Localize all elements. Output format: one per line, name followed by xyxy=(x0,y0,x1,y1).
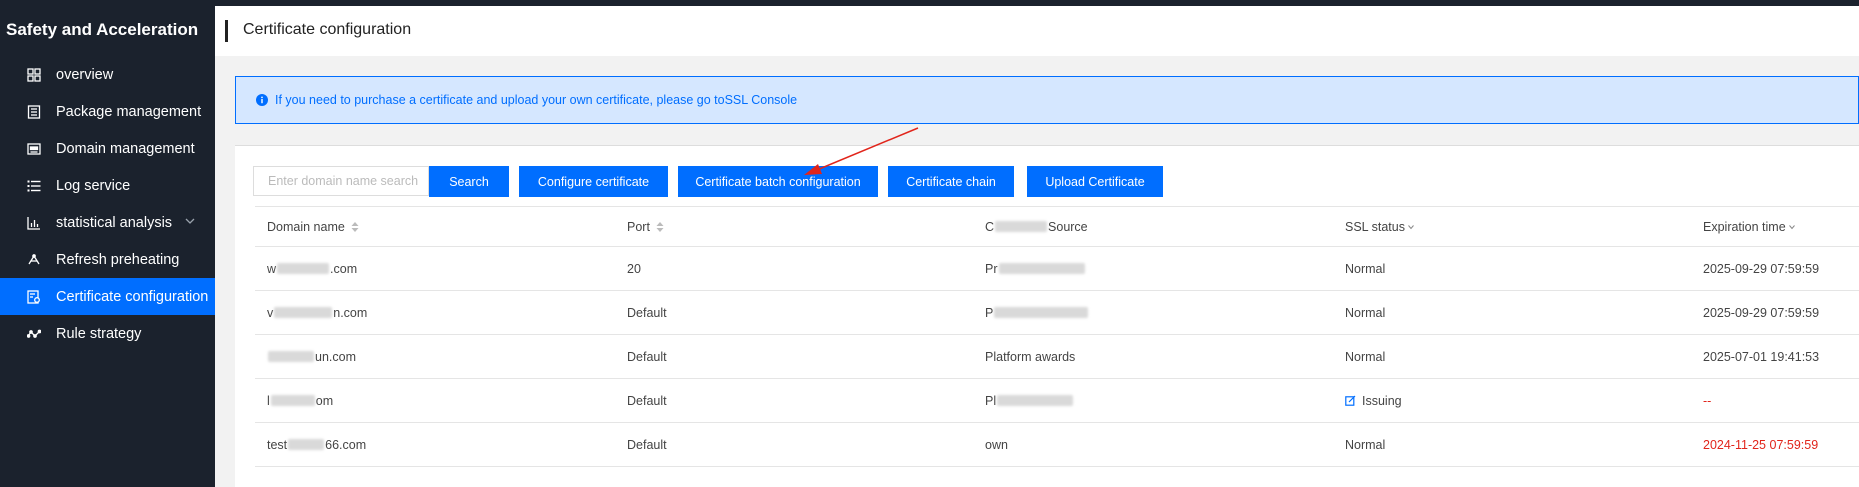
ssl-status-cell: Normal xyxy=(1345,261,1386,276)
page-title: Certificate configuration xyxy=(243,21,412,38)
source-cell: own xyxy=(985,437,1008,452)
redacted-text xyxy=(268,351,314,362)
redacted-text xyxy=(288,439,325,450)
configure-certificate-button[interactable]: Configure certificate xyxy=(519,166,668,197)
chevron-down-icon[interactable] xyxy=(1407,223,1415,231)
info-icon xyxy=(256,94,268,106)
certificate-table: Domain name Port C Source SSL status Expi… xyxy=(255,206,1859,467)
expiration-cell: 2025-09-29 07:59:59 xyxy=(1703,261,1820,276)
redacted-text xyxy=(277,263,330,274)
table-header-row: Domain name Port C Source SSL status Expi… xyxy=(255,207,1859,247)
sidebar-item-package-management[interactable]: Package management xyxy=(0,93,215,130)
grid-icon xyxy=(24,67,44,83)
port-cell: Default xyxy=(627,349,667,364)
certificate-chain-button[interactable]: Certificate chain xyxy=(888,166,1014,197)
ssl-status-cell: Normal xyxy=(1345,349,1386,364)
strategy-icon xyxy=(24,326,44,342)
sidebar-title: Safety and Acceleration xyxy=(6,20,199,39)
sidebar-item-label: statistical analysis xyxy=(56,214,173,231)
page-header: Certificate configuration xyxy=(215,6,1859,56)
chart-icon xyxy=(24,215,44,231)
redacted-text xyxy=(995,221,1048,232)
sidebar-item-statistical-analysis[interactable]: statistical analysis xyxy=(0,204,215,241)
sidebar: Safety and Acceleration overview Package… xyxy=(0,6,215,487)
expiration-cell: 2025-09-29 07:59:59 xyxy=(1703,305,1820,320)
table-row: v n.com Default P Normal 2025-09-29 07:59… xyxy=(255,291,1859,335)
sidebar-item-certificate-configuration[interactable]: Certificate configuration xyxy=(0,278,215,315)
redacted-text xyxy=(998,263,1085,274)
redacted-text xyxy=(270,395,315,406)
domain-cell: w .com xyxy=(267,261,358,276)
sidebar-item-label: Rule strategy xyxy=(56,325,142,342)
sidebar-item-label: overview xyxy=(56,66,114,83)
domain-cell: un.com xyxy=(267,335,356,378)
upload-certificate-button[interactable]: Upload Certificate xyxy=(1027,166,1163,197)
column-header-expiration[interactable]: Expiration time xyxy=(1703,207,1796,246)
domain-cell: test 66.com xyxy=(267,437,367,452)
port-cell: Default xyxy=(627,437,667,452)
package-icon xyxy=(24,104,44,120)
sidebar-item-label: Package management xyxy=(56,103,202,120)
list-icon xyxy=(24,178,44,194)
redacted-text xyxy=(274,307,333,318)
sidebar-item-log-service[interactable]: Log service xyxy=(0,167,215,204)
ssl-status-cell: Issuing xyxy=(1345,379,1402,422)
certificate-icon xyxy=(24,289,44,305)
source-cell: Pr xyxy=(985,247,1086,290)
notice-text[interactable]: If you need to purchase a certificate an… xyxy=(275,93,797,107)
sort-icon[interactable] xyxy=(656,221,664,233)
ssl-status-cell: Normal xyxy=(1345,437,1386,452)
sidebar-item-label: Log service xyxy=(56,177,131,194)
table-row: un.com Default Platform awards Normal 20… xyxy=(255,335,1859,379)
redacted-text xyxy=(997,395,1074,406)
sidebar-item-refresh-preheating[interactable]: Refresh preheating xyxy=(0,241,215,278)
expiration-cell: -- xyxy=(1703,393,1712,408)
info-notice: If you need to purchase a certificate an… xyxy=(235,76,1859,124)
domain-cell: l om xyxy=(267,393,334,408)
sidebar-item-domain-management[interactable]: Domain management xyxy=(0,130,215,167)
search-button[interactable]: Search xyxy=(429,166,509,197)
certificate-batch-configuration-button[interactable]: Certificate batch configuration xyxy=(678,166,878,197)
search-input[interactable] xyxy=(253,166,429,196)
refresh-icon xyxy=(24,252,44,268)
column-header-source: C Source xyxy=(985,219,1088,234)
source-cell: Platform awards xyxy=(985,349,1076,364)
source-cell: P xyxy=(985,291,1089,334)
sidebar-item-label: Refresh preheating xyxy=(56,251,180,268)
port-cell: 20 xyxy=(627,261,641,276)
table-row: w .com 20 Pr Normal 2025-09-29 07:59:59 xyxy=(255,247,1859,291)
expiration-cell: 2025-07-01 19:41:53 xyxy=(1703,349,1820,364)
source-cell: Pl xyxy=(985,379,1074,422)
sidebar-item-rule-strategy[interactable]: Rule strategy xyxy=(0,315,215,352)
ssl-status-cell: Normal xyxy=(1345,305,1386,320)
sidebar-item-overview[interactable]: overview xyxy=(0,56,215,93)
port-cell: Default xyxy=(627,305,667,320)
expiration-cell: 2024-11-25 07:59:59 xyxy=(1703,437,1819,452)
sort-icon[interactable] xyxy=(351,221,359,233)
column-header-port[interactable]: Port xyxy=(627,207,664,246)
port-cell: Default xyxy=(627,393,667,408)
title-accent-bar xyxy=(225,20,228,42)
sidebar-item-label: Certificate configuration xyxy=(56,288,209,305)
sidebar-item-label: Domain management xyxy=(56,140,195,157)
domain-icon xyxy=(24,141,44,157)
table-row: l om Default Pl Issuing -- xyxy=(255,379,1859,423)
edit-icon xyxy=(1345,395,1356,406)
chevron-down-icon[interactable] xyxy=(184,215,196,227)
redacted-text xyxy=(994,307,1089,318)
column-header-domain[interactable]: Domain name xyxy=(267,207,359,246)
certificate-panel: Search Configure certificate Certificate… xyxy=(235,145,1859,487)
column-header-ssl-status[interactable]: SSL status xyxy=(1345,207,1415,246)
domain-cell: v n.com xyxy=(267,305,368,320)
chevron-down-icon[interactable] xyxy=(1788,223,1796,231)
table-row: test 66.com Default own Normal 2024-11-25… xyxy=(255,423,1859,467)
